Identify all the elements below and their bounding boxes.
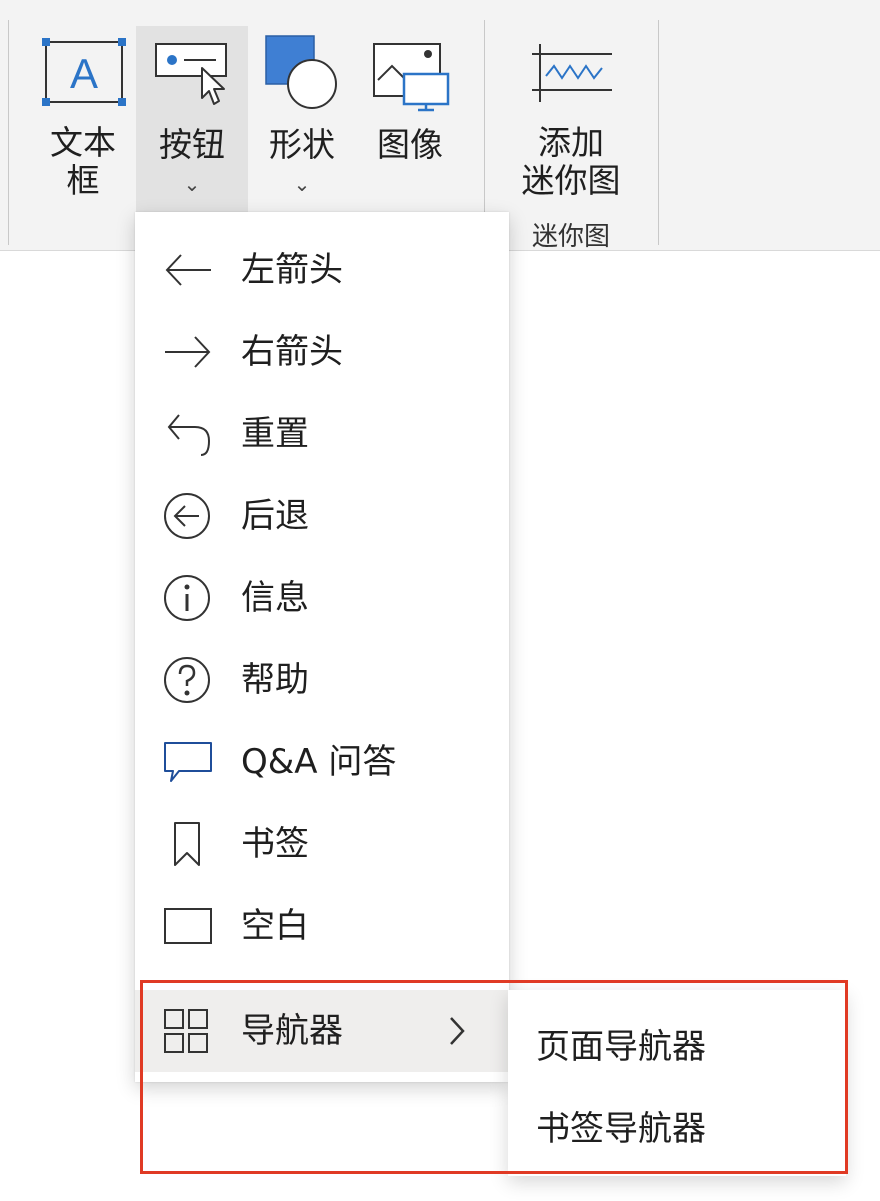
shapes-icon — [265, 35, 337, 109]
menu-item-label: 书签 — [241, 824, 309, 864]
menu-item-back[interactable]: 后退 — [135, 475, 509, 557]
submenu-item-page-navigator[interactable]: 页面导航器 — [508, 1006, 846, 1088]
button-dropdown-button[interactable]: 按钮 ⌄ — [136, 26, 248, 216]
menu-item-left-arrow[interactable]: 左箭头 — [135, 229, 509, 311]
shapes-dropdown-button[interactable]: 形状 ⌄ — [250, 26, 354, 216]
submenu-item-label: 书签导航器 — [536, 1109, 706, 1149]
menu-item-right-arrow[interactable]: 右箭头 — [135, 311, 509, 393]
menu-item-qa[interactable]: Q&A 问答 — [135, 721, 509, 803]
menu-item-label: Q&A 问答 — [241, 742, 397, 782]
image-icon — [373, 43, 450, 112]
chevron-down-icon: ⌄ — [293, 172, 311, 196]
add-sparkline-button[interactable]: 添加 迷你图 — [508, 26, 634, 206]
bookmark-icon — [174, 822, 200, 866]
menu-item-label: 信息 — [241, 578, 309, 618]
menu-item-navigator[interactable]: 导航器 — [135, 990, 509, 1072]
menu-item-blank[interactable]: 空白 — [135, 885, 509, 967]
qa-icon — [164, 742, 212, 782]
info-icon — [164, 575, 210, 621]
ribbon-divider — [8, 20, 9, 245]
chevron-right-icon — [450, 1017, 465, 1045]
blank-icon — [164, 908, 212, 944]
left-arrow-icon — [165, 254, 211, 286]
navigator-submenu: 页面导航器 书签导航器 — [508, 990, 846, 1176]
menu-item-label: 导航器 — [241, 1011, 343, 1051]
image-button[interactable]: 图像 — [356, 26, 464, 216]
help-icon — [164, 657, 210, 703]
chevron-down-icon: ⌄ — [183, 172, 201, 196]
menu-item-help[interactable]: 帮助 — [135, 639, 509, 721]
textbox-icon: A — [42, 38, 126, 106]
menu-item-label: 左箭头 — [241, 250, 343, 290]
sparkline-label-line1: 添加 — [538, 123, 604, 162]
menu-item-label: 右箭头 — [241, 332, 343, 372]
button-dropdown-menu: 左箭头 右箭头 重置 后退 信息 帮助 Q&A 问答 书签 空白 导航器 — [135, 212, 509, 1082]
image-label: 图像 — [377, 125, 443, 164]
shapes-label: 形状 — [269, 125, 335, 164]
button-icon — [155, 43, 227, 105]
ribbon-divider — [658, 20, 659, 245]
menu-item-label: 帮助 — [241, 660, 309, 700]
submenu-item-bookmark-navigator[interactable]: 书签导航器 — [508, 1088, 846, 1170]
reset-icon — [167, 414, 211, 456]
menu-item-label: 后退 — [241, 496, 309, 536]
svg-text:A: A — [70, 50, 98, 97]
textbox-label-line2: 框 — [66, 161, 100, 200]
navigator-grid-icon — [164, 1009, 208, 1053]
menu-item-label: 重置 — [241, 414, 309, 454]
menu-item-reset[interactable]: 重置 — [135, 393, 509, 475]
sparkline-icon — [532, 44, 612, 102]
group-label-sparklines: 迷你图 — [531, 222, 610, 252]
menu-item-label: 空白 — [241, 906, 309, 946]
right-arrow-icon — [165, 336, 211, 368]
sparkline-label-line2: 迷你图 — [521, 161, 621, 200]
button-label: 按钮 — [159, 125, 225, 164]
menu-item-bookmark[interactable]: 书签 — [135, 803, 509, 885]
back-circle-icon — [164, 493, 210, 539]
menu-item-info[interactable]: 信息 — [135, 557, 509, 639]
textbox-button[interactable]: A 文本 框 — [30, 26, 136, 216]
submenu-item-label: 页面导航器 — [536, 1027, 706, 1067]
textbox-label-line1: 文本 — [50, 123, 116, 162]
